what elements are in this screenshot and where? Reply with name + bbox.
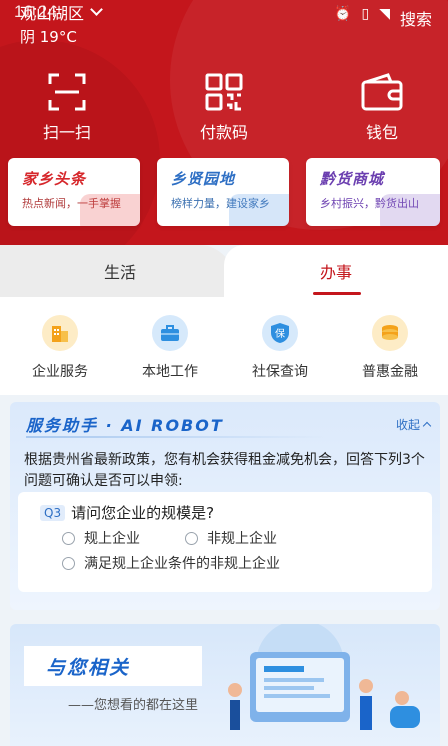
service-grid: 企业服务 本地工作 保 社保查询 普惠金融 xyxy=(0,297,448,395)
question-tag: Q3 xyxy=(40,504,66,521)
search-label: 搜索 xyxy=(399,10,432,29)
active-tab-indicator xyxy=(313,292,361,295)
service-label: 普惠金融 xyxy=(362,364,418,380)
collapse-button[interactable]: 收起 xyxy=(395,416,432,433)
service-label: 社保查询 xyxy=(252,364,308,380)
card-title: 家乡头条 xyxy=(22,170,87,188)
scan-button[interactable]: 扫一扫 xyxy=(22,72,112,143)
card-village-sages[interactable]: 乡贤园地 榜样力量，建设家乡 xyxy=(157,158,289,226)
card-title: 乡贤园地 xyxy=(171,170,236,188)
related-section[interactable]: 与您相关 ——您想看的都在这里 xyxy=(10,624,440,746)
tab-life-label: 生活 xyxy=(103,263,136,282)
briefcase-icon xyxy=(152,315,188,351)
feature-cards: 家乡头条 热点新闻，一手掌握 乡贤园地 榜样力量，建设家乡 黔货商城 乡村振兴，… xyxy=(0,158,448,230)
option-label: 规上企业 xyxy=(84,531,140,547)
radio-icon xyxy=(62,556,75,570)
option-label: 非规上企业 xyxy=(207,531,277,547)
option-qualified-below-scale[interactable]: 满足规上企业条件的非规上企业 xyxy=(62,553,280,573)
tab-affairs-label: 办事 xyxy=(319,263,352,282)
building-icon xyxy=(42,315,78,351)
vibrate-icon: ▯ xyxy=(361,6,370,22)
question-header: Q3 请问您企业的规模是? xyxy=(40,502,214,523)
qr-code-icon xyxy=(179,72,269,112)
header-banner: 16:24 观山湖区 阴 19°C ⏰ ▯ ◥ 搜索 扫一扫 付款码 钱包 家乡… xyxy=(0,0,448,245)
radio-icon xyxy=(62,531,75,545)
service-local-jobs[interactable]: 本地工作 xyxy=(115,315,225,381)
office-illustration xyxy=(228,624,420,730)
pay-code-label: 付款码 xyxy=(199,123,248,142)
wallet-button[interactable]: 钱包 xyxy=(337,72,427,143)
card-hometown-news[interactable]: 家乡头条 热点新闻，一手掌握 xyxy=(8,158,140,226)
search-button[interactable]: 搜索 xyxy=(400,6,432,30)
service-label: 企业服务 xyxy=(32,364,88,380)
option-label: 满足规上企业条件的非规上企业 xyxy=(84,556,280,572)
wallet-label: 钱包 xyxy=(365,123,398,142)
service-label: 本地工作 xyxy=(142,364,198,380)
service-social-security[interactable]: 保 社保查询 xyxy=(225,315,335,381)
status-icons: ⏰ ▯ ◥ xyxy=(334,6,390,22)
shield-glyph: 保 xyxy=(275,327,285,340)
shield-icon: 保 xyxy=(262,315,298,351)
service-enterprise[interactable]: 企业服务 xyxy=(5,315,115,381)
radio-icon xyxy=(185,531,198,545)
ai-assistant-card: 服务助手 · AI ROBOT 收起 根据贵州省最新政策，您有机会获得租金减免机… xyxy=(10,402,440,610)
card-title: 黔货商城 xyxy=(320,170,385,188)
card-guizhou-mall[interactable]: 黔货商城 乡村振兴，黔货出山 xyxy=(306,158,440,226)
location-label: 观山湖区 xyxy=(20,4,85,23)
alarm-icon: ⏰ xyxy=(334,6,352,22)
chevron-down-icon xyxy=(90,3,103,16)
related-title: 与您相关 xyxy=(24,646,202,686)
weather-info: 阴 19°C xyxy=(20,28,77,46)
location-selector[interactable]: 观山湖区 xyxy=(20,0,103,24)
option-above-scale[interactable]: 规上企业 xyxy=(62,528,140,548)
tab-affairs[interactable]: 办事 xyxy=(224,245,448,297)
question-text: 请问您企业的规模是? xyxy=(71,504,215,522)
collapse-label: 收起 xyxy=(395,418,420,432)
card-illustration xyxy=(380,194,440,226)
tab-life[interactable]: 生活 xyxy=(0,245,240,297)
assistant-title-text: 服务助手 · AI ROBOT xyxy=(26,416,224,435)
wallet-icon xyxy=(337,72,427,112)
pay-code-button[interactable]: 付款码 xyxy=(179,72,269,143)
coins-icon xyxy=(372,315,408,351)
card-illustration xyxy=(80,194,140,226)
service-inclusive-finance[interactable]: 普惠金融 xyxy=(335,315,445,381)
related-subtitle: ——您想看的都在这里 xyxy=(68,698,199,713)
card-illustration xyxy=(229,194,289,226)
assistant-intro: 根据贵州省最新政策，您有机会获得租金减免机会，回答下列3个问题可确认是否可以申领… xyxy=(24,452,425,489)
chevron-up-icon xyxy=(422,421,432,431)
scan-label: 扫一扫 xyxy=(42,123,91,142)
wifi-icon: ◥ xyxy=(379,6,390,22)
tab-bar: 生活 办事 xyxy=(0,245,448,297)
title-underline xyxy=(26,436,326,438)
question-box: Q3 请问您企业的规模是? 规上企业 非规上企业 满足规上企业条件的非规上企业 xyxy=(18,492,432,592)
assistant-title: 服务助手 · AI ROBOT xyxy=(26,412,326,438)
option-below-scale[interactable]: 非规上企业 xyxy=(185,528,277,548)
scan-icon xyxy=(22,72,112,112)
